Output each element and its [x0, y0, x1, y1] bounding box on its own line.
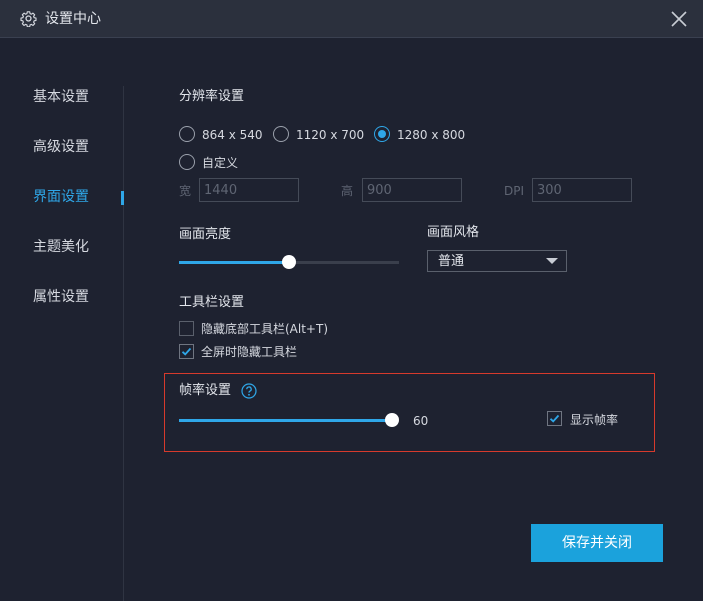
- hide-bottom-toolbar-label: 隐藏底部工具栏(Alt+T): [201, 322, 328, 336]
- sidebar-divider: [123, 86, 124, 601]
- fullscreen-hide-toolbar-checkbox[interactable]: [179, 344, 194, 359]
- brightness-slider[interactable]: [179, 254, 399, 270]
- checkmark-icon: [181, 347, 192, 356]
- radio-label-custom: 自定义: [202, 156, 239, 170]
- brightness-fill: [179, 261, 289, 264]
- title-bar: 设置中心: [0, 0, 703, 38]
- height-input[interactable]: [362, 178, 462, 202]
- brightness-thumb[interactable]: [282, 255, 296, 269]
- settings-sidebar: [0, 38, 124, 601]
- sidebar-item-interface[interactable]: 界面设置: [33, 187, 123, 207]
- toolbar-title: 工具栏设置: [179, 295, 245, 310]
- sidebar-item-theme[interactable]: 主题美化: [33, 237, 123, 257]
- width-label: 宽: [179, 184, 192, 198]
- radio-label-1280x800: 1280 x 800: [397, 128, 466, 142]
- checkmark-icon: [549, 414, 560, 423]
- brightness-title: 画面亮度: [179, 227, 232, 242]
- fps-thumb[interactable]: [385, 413, 399, 427]
- sidebar-item-properties[interactable]: 属性设置: [33, 287, 123, 307]
- close-icon[interactable]: [668, 8, 690, 30]
- sidebar-item-advanced[interactable]: 高级设置: [33, 137, 123, 157]
- fps-value: 60: [413, 414, 429, 428]
- radio-1280x800[interactable]: [374, 126, 390, 142]
- style-select[interactable]: 普通: [427, 250, 567, 272]
- fps-title: 帧率设置: [179, 383, 232, 398]
- dpi-label: DPI: [504, 184, 525, 198]
- save-and-close-button[interactable]: 保存并关闭: [531, 524, 663, 562]
- resolution-title: 分辨率设置: [179, 89, 245, 104]
- question-circle-icon[interactable]: [241, 383, 257, 399]
- radio-1120x700[interactable]: [273, 126, 289, 142]
- active-indicator: [121, 191, 124, 205]
- radio-label-1120x700: 1120 x 700: [296, 128, 365, 142]
- fps-fill: [179, 419, 392, 422]
- show-fps-label: 显示帧率: [570, 413, 619, 427]
- window-title: 设置中心: [45, 11, 101, 27]
- radio-864x540[interactable]: [179, 126, 195, 142]
- fps-slider[interactable]: [179, 412, 399, 428]
- width-input[interactable]: [199, 178, 299, 202]
- gear-icon: [20, 11, 37, 27]
- radio-custom[interactable]: [179, 154, 195, 170]
- style-title: 画面风格: [427, 225, 480, 240]
- height-label: 高: [341, 184, 354, 198]
- sidebar-item-basic[interactable]: 基本设置: [33, 87, 123, 107]
- fullscreen-hide-toolbar-label: 全屏时隐藏工具栏: [201, 345, 298, 359]
- hide-bottom-toolbar-checkbox[interactable]: [179, 321, 194, 336]
- style-selected-value: 普通: [438, 254, 465, 269]
- chevron-down-icon: [546, 258, 558, 264]
- radio-label-864x540: 864 x 540: [202, 128, 263, 142]
- show-fps-checkbox[interactable]: [547, 411, 562, 426]
- dpi-input[interactable]: [532, 178, 632, 202]
